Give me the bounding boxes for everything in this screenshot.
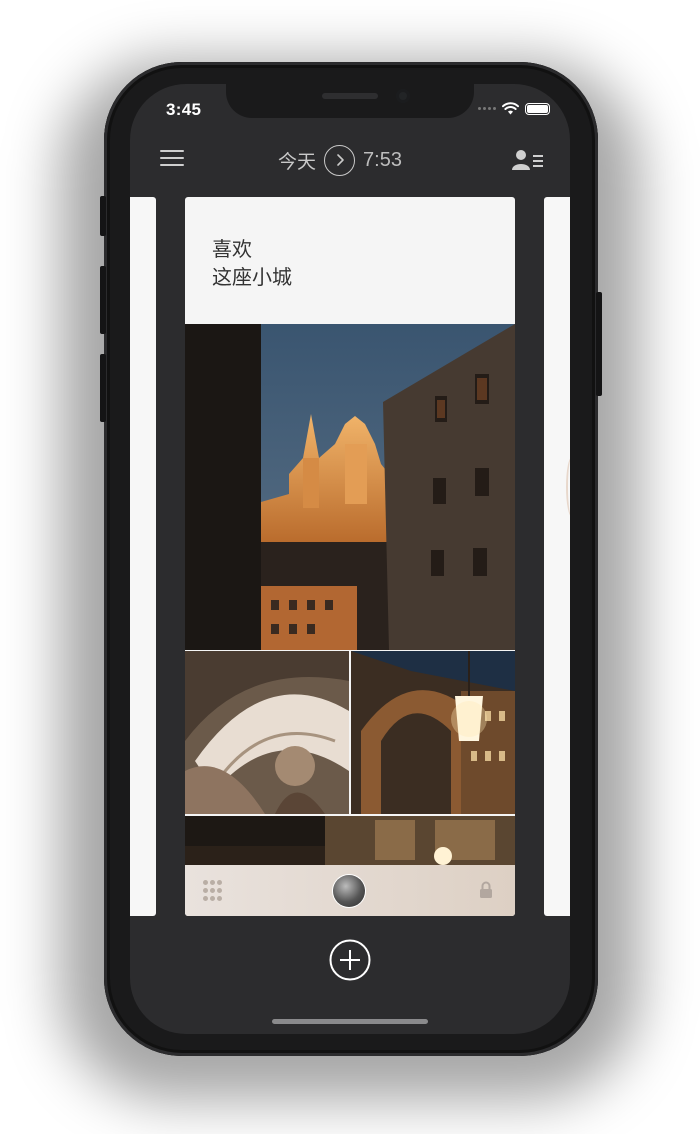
date-label: 今天 [278, 150, 317, 173]
next-card[interactable] [544, 197, 570, 916]
signal-dots-icon [478, 107, 496, 110]
notch [226, 84, 474, 118]
status-time: 3:45 [166, 100, 202, 119]
photo-plaza-facade[interactable] [185, 816, 515, 865]
previous-card[interactable] [130, 197, 156, 916]
dots-grid-icon[interactable] [203, 880, 225, 902]
photo-cathedral[interactable] [185, 324, 515, 650]
battery-icon [525, 102, 550, 115]
photo-lantern-arcade[interactable] [351, 651, 515, 814]
photo-vaulted-ceiling[interactable] [185, 651, 349, 814]
side-button-volume-up [100, 266, 106, 334]
menu-icon[interactable] [160, 150, 184, 168]
date-time-selector[interactable]: 今天 7:53 [278, 142, 402, 178]
chevron-circle-icon [324, 144, 356, 176]
card-text-line-1: 喜欢 [212, 237, 252, 261]
card-footer [185, 865, 515, 916]
wifi-icon [502, 102, 519, 115]
card-text: 喜欢 这座小城 [212, 235, 292, 291]
card-text-line-2: 这座小城 [212, 265, 292, 289]
side-button-volume-down [100, 354, 106, 422]
status-icons [478, 102, 550, 115]
side-button-silent [100, 196, 106, 236]
screen: 3:45 今天 7:53 喜欢 这座小城 [130, 84, 570, 1034]
avatar[interactable] [333, 875, 365, 907]
lock-icon[interactable] [479, 881, 493, 898]
journal-card[interactable]: 喜欢 这座小城 [185, 197, 515, 916]
home-indicator[interactable] [272, 1019, 428, 1024]
front-camera [396, 89, 410, 103]
speaker [322, 93, 378, 99]
plus-circle-icon[interactable] [329, 939, 371, 981]
profile-list-icon[interactable] [512, 149, 544, 171]
next-card-image-edge [566, 457, 570, 517]
time-label: 7:53 [363, 148, 402, 171]
top-bar: 今天 7:53 [130, 142, 570, 178]
side-button-power [596, 292, 602, 396]
